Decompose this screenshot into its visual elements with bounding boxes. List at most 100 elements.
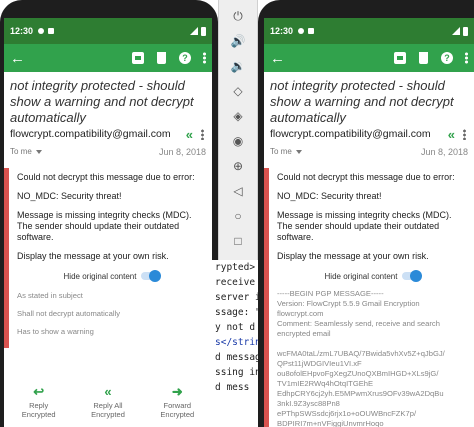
recipient-row[interactable]: To me Jun 8, 2018	[4, 142, 212, 158]
error-heading: Could not decrypt this message due to er…	[277, 172, 455, 182]
pgp-line: EdhpCRY6cj2yh.E5MPwmXrus9OFv39wA2DqBu	[277, 389, 444, 398]
message-subject: not integrity protected - should show a …	[10, 78, 194, 125]
help-icon[interactable]: ?	[179, 52, 191, 64]
status-time: 12:30	[270, 26, 294, 36]
to-label: To me	[270, 147, 292, 156]
right-phone-frame: 12:30 ← ? not integrity protected - shou…	[258, 0, 474, 427]
error-description: Message is missing integrity checks (MDC…	[277, 210, 452, 242]
hide-original-toggle[interactable]	[141, 270, 162, 282]
screenshot-root: 12:30 ← ? not integrity protected - shou…	[0, 0, 474, 427]
pgp-line: 3nkI.9Z3ysc88Pn8	[277, 399, 340, 408]
pgp-line: BDPIRI7m+nVFiggiUnvmrHoqo	[277, 419, 384, 427]
rotate-left-icon[interactable]: ◇	[230, 83, 246, 99]
back-triangle-icon[interactable]: ◁	[230, 183, 246, 199]
settings-status-icon	[38, 28, 45, 34]
app-toolbar: ← ?	[264, 44, 474, 72]
recipient-row[interactable]: To me Jun 8, 2018	[264, 142, 474, 158]
signal-icon	[190, 27, 198, 35]
more-options-icon[interactable]	[465, 52, 468, 64]
home-circle-icon[interactable]: ○	[230, 208, 246, 224]
archive-icon[interactable]	[132, 52, 144, 64]
reply-label: Reply Encrypted	[21, 401, 56, 419]
battery-icon	[201, 26, 206, 36]
plain-line-3: Has to show a warning	[17, 327, 94, 336]
chevron-down-icon[interactable]	[295, 149, 302, 154]
status-bar: 12:30	[264, 18, 474, 44]
pgp-line: QPst11jWDGIVIeu1VI.xF	[277, 359, 362, 368]
pgp-line	[277, 339, 468, 349]
error-description: Message is missing integrity checks (MDC…	[17, 210, 192, 242]
chevron-down-icon[interactable]	[35, 149, 42, 154]
power-icon[interactable]: ⏻	[230, 8, 246, 24]
message-subject: not integrity protected - should show a …	[270, 78, 454, 125]
error-code: NO_MDC: Security threat!	[277, 191, 382, 201]
sender-email: flowcrypt.compatibility@gmail.com	[270, 128, 431, 140]
to-label: To me	[10, 147, 32, 156]
reply-all-action-icon: «	[104, 384, 112, 399]
forward-icon: ➜	[171, 384, 183, 399]
forward-encrypted-button[interactable]: ➜ Forward Encrypted	[143, 381, 212, 427]
archive-icon[interactable]	[394, 52, 406, 64]
volume-up-icon[interactable]: 🔊	[230, 33, 246, 49]
reply-icon: ↩	[33, 384, 45, 399]
pgp-armored-block: -----BEGIN PGP MESSAGE----- Version: Flo…	[277, 289, 468, 427]
reply-all-encrypted-button[interactable]: « Reply All Encrypted	[73, 381, 142, 427]
reply-all-icon[interactable]: «	[186, 127, 194, 142]
pgp-line: encrypted email	[277, 329, 331, 338]
volume-down-icon[interactable]: 🔉	[230, 58, 246, 74]
message-more-icon[interactable]	[201, 128, 204, 140]
status-bar: 12:30	[4, 18, 212, 44]
battery-icon	[463, 26, 468, 36]
risk-warning: Display the message at your own risk.	[17, 251, 169, 261]
bottom-action-bar: ↩ Reply Encrypted « Reply All Encrypted …	[4, 381, 212, 427]
pgp-line: wcFMA0taL/zmL7UBAQ/7Bwida5vhXv5Z+qJbGJ/	[277, 349, 445, 358]
pgp-line: ePThpSWSsdcj6rjx1o+oOUWBncFZK7p/	[277, 409, 417, 418]
plain-line-2: Shall not decrypt automatically	[17, 309, 120, 318]
signal-icon	[452, 27, 460, 35]
help-icon[interactable]: ?	[441, 52, 453, 64]
pgp-line: Comment: Seamlessly send, receive and se…	[277, 319, 440, 328]
message-date: Jun 8, 2018	[158, 146, 206, 157]
error-code: NO_MDC: Security threat!	[17, 191, 122, 201]
error-heading: Could not decrypt this message due to er…	[17, 172, 195, 182]
overview-square-icon[interactable]: □	[230, 233, 246, 249]
delete-icon[interactable]	[157, 52, 166, 64]
app-toolbar: ← ?	[4, 44, 212, 72]
decrypt-error-box: Could not decrypt this message due to er…	[264, 168, 474, 427]
message-more-icon[interactable]	[463, 128, 466, 140]
reply-all-icon[interactable]: «	[448, 127, 456, 142]
pgp-line: -----BEGIN PGP MESSAGE-----	[277, 289, 384, 298]
toggle-label: Hide original content	[324, 271, 398, 281]
hide-original-toggle-row[interactable]: Hide original content	[277, 269, 468, 283]
sender-row: flowcrypt.compatibility@gmail.com «	[4, 126, 212, 142]
sim-status-icon	[308, 28, 315, 34]
left-phone-screen: 12:30 ← ? not integrity protected - shou…	[4, 18, 212, 427]
left-phone-frame: 12:30 ← ? not integrity protected - shou…	[0, 0, 218, 427]
settings-status-icon	[298, 28, 305, 34]
toggle-label: Hide original content	[63, 271, 137, 281]
plain-line-1: As stated in subject	[17, 291, 83, 300]
hide-original-toggle-row[interactable]: Hide original content	[17, 269, 206, 283]
back-arrow-icon[interactable]: ←	[10, 50, 30, 67]
camera-icon[interactable]: ◉	[230, 133, 246, 149]
message-date: Jun 8, 2018	[420, 146, 468, 157]
sender-row: flowcrypt.compatibility@gmail.com «	[264, 126, 474, 142]
pgp-line: Version: FlowCrypt 5.5.9 Gmail Encryptio…	[277, 299, 420, 308]
reply-all-label: Reply All Encrypted	[91, 401, 125, 419]
hide-original-toggle[interactable]	[402, 270, 423, 282]
decrypt-error-box: Could not decrypt this message due to er…	[4, 168, 212, 348]
back-arrow-icon[interactable]: ←	[270, 50, 290, 67]
more-options-icon[interactable]	[203, 52, 206, 64]
zoom-in-icon[interactable]: ⊕	[230, 158, 246, 174]
emulator-control-panel: ⏻ 🔊 🔉 ◇ ◈ ◉ ⊕ ◁ ○ □ ⋯	[218, 0, 258, 273]
pgp-line: ou8ofolEHpvoFgXegZUnoQXBmIHGD+XLs9jG/	[277, 369, 439, 378]
sender-email: flowcrypt.compatibility@gmail.com	[10, 128, 171, 140]
forward-label: Forward Encrypted	[160, 401, 195, 419]
pgp-line: flowcrypt.com	[277, 309, 324, 318]
rotate-right-icon[interactable]: ◈	[230, 108, 246, 124]
sim-status-icon	[48, 28, 55, 34]
risk-warning: Display the message at your own risk.	[277, 251, 429, 261]
reply-encrypted-button[interactable]: ↩ Reply Encrypted	[4, 381, 73, 427]
pgp-line: TV1mIE2RWq4hOtqITGEhE	[277, 379, 374, 388]
delete-icon[interactable]	[419, 52, 428, 64]
